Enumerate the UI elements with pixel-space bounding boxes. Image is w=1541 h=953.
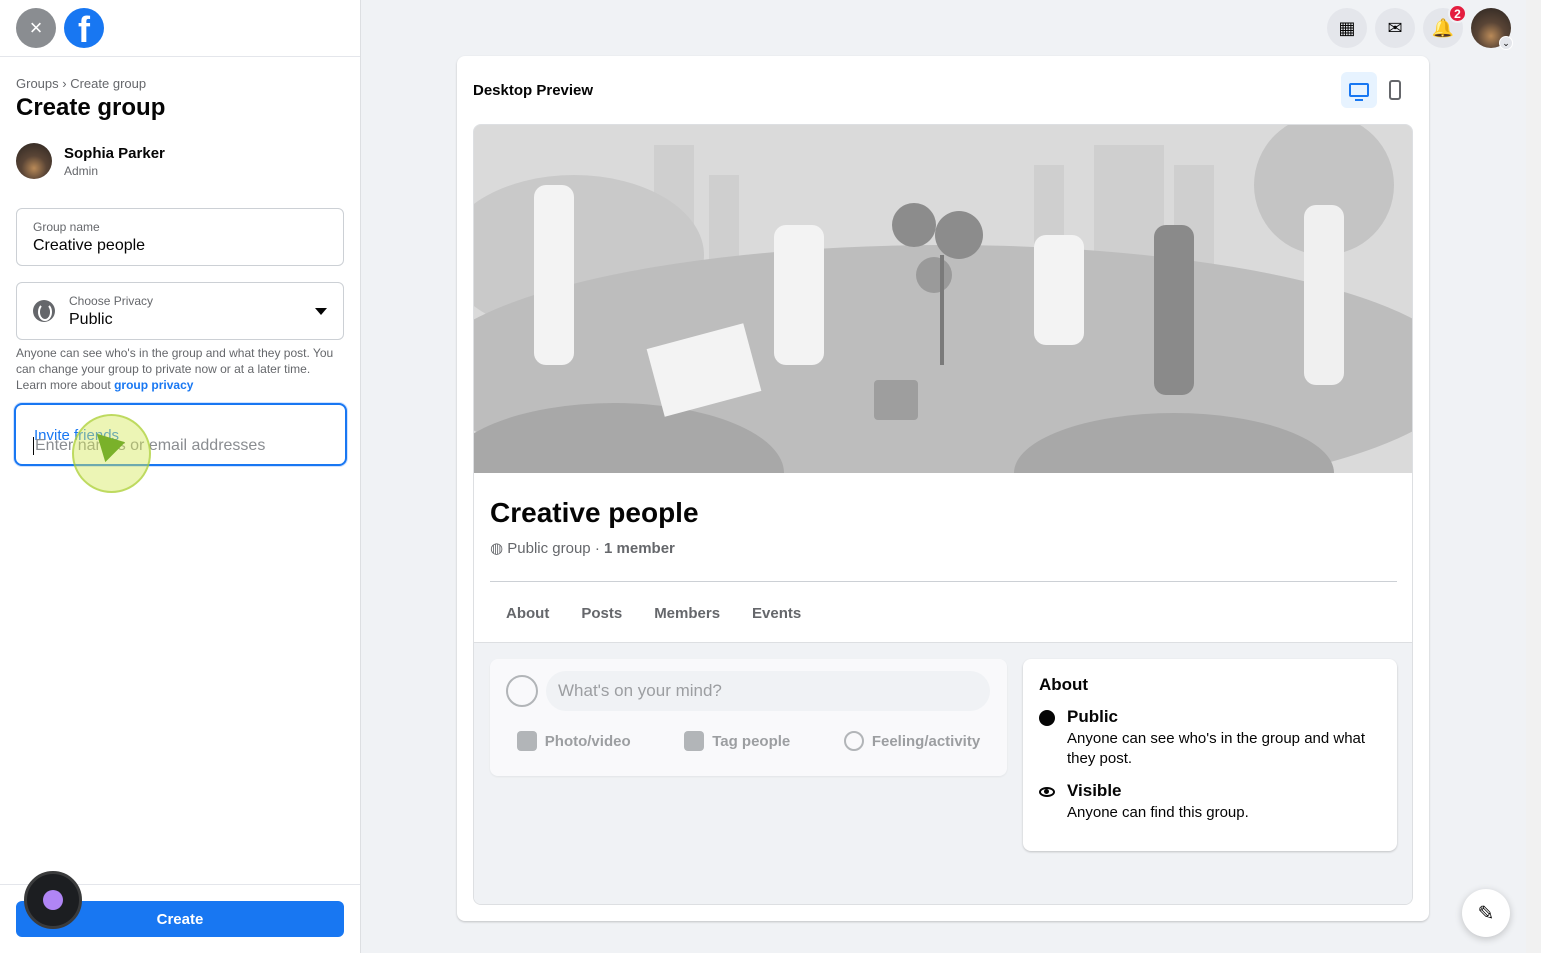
- group-preview: Creative people ◍ Public group · 1 membe…: [473, 124, 1413, 905]
- recorder-button[interactable]: [24, 871, 82, 929]
- privacy-label: Choose Privacy: [69, 293, 154, 308]
- feeling-activity-label: Feeling/activity: [871, 732, 981, 750]
- create-group-panel: × f Groups › Create group Create group S…: [0, 0, 361, 953]
- group-name-label: Group name: [33, 220, 100, 234]
- breadcrumb: Groups › Create group: [16, 76, 146, 91]
- member-count: 1 member: [604, 540, 675, 557]
- admin-info: Sophia Parker Admin: [16, 143, 165, 179]
- cover-illustration: [474, 125, 1412, 473]
- tab-posts[interactable]: Posts: [565, 595, 638, 632]
- menu-button[interactable]: ▦: [1327, 8, 1367, 48]
- photo-video-label: Photo/video: [544, 732, 631, 750]
- messenger-icon: ✉: [1387, 17, 1403, 38]
- about-public-head: Public: [1067, 707, 1119, 726]
- divider: [490, 581, 1397, 582]
- admin-name[interactable]: Sophia Parker: [64, 145, 165, 162]
- grid-menu-icon: ▦: [1338, 17, 1356, 38]
- desktop-preview-button[interactable]: [1341, 72, 1377, 108]
- globe-icon: [1039, 710, 1055, 726]
- tag-people-label: Tag people: [712, 732, 791, 750]
- mobile-preview-button[interactable]: [1377, 72, 1413, 108]
- record-dot-icon: [43, 890, 63, 910]
- tab-members[interactable]: Members: [638, 595, 736, 632]
- group-meta: ◍ Public group · 1 member: [490, 539, 675, 557]
- tab-about[interactable]: About: [490, 595, 565, 632]
- privacy-select[interactable]: Choose Privacy Public: [16, 282, 344, 340]
- account-avatar[interactable]: ⌄: [1471, 8, 1513, 50]
- post-composer: What's on your mind? Photo/video Tag peo…: [490, 659, 1007, 776]
- photo-video-action: Photo/video: [516, 731, 631, 751]
- privacy-value: Public: [69, 310, 113, 328]
- composer-actions: Photo/video Tag people Feeling/activity: [490, 731, 1007, 751]
- new-message-button[interactable]: ✎: [1462, 889, 1510, 937]
- tag-people-action: Tag people: [684, 731, 790, 751]
- avatar[interactable]: [16, 143, 52, 179]
- close-icon: ×: [29, 15, 43, 40]
- about-card: About Public Anyone can see who's in the…: [1023, 659, 1397, 851]
- group-tabs: About Posts Members Events: [490, 595, 817, 632]
- invite-friends-field[interactable]: Invite friends: [14, 403, 347, 466]
- caret-down-icon[interactable]: [315, 307, 327, 315]
- about-title: About: [1039, 675, 1089, 694]
- preview-title: Desktop Preview: [473, 82, 594, 99]
- about-public-desc: Anyone can see who's in the group and wh…: [1067, 730, 1366, 767]
- desktop-preview-card: Desktop Preview Creative people ◍ Public…: [457, 56, 1429, 921]
- monitor-icon: [1349, 83, 1369, 101]
- tag-people-icon: [684, 731, 705, 751]
- smiley-icon: [843, 731, 864, 751]
- group-name-field[interactable]: Group name Creative people: [16, 208, 344, 266]
- edit-icon: ✎: [1477, 902, 1495, 925]
- about-visible-row: Visible Anyone can find this group.: [1039, 781, 1381, 823]
- panel-header: × f: [0, 0, 360, 57]
- group-name-value[interactable]: Creative people: [33, 237, 327, 255]
- group-privacy-link[interactable]: group privacy: [114, 378, 193, 392]
- user-placeholder-icon: [506, 675, 538, 707]
- tab-events[interactable]: Events: [736, 595, 817, 632]
- notifications-badge: 2: [1448, 4, 1467, 23]
- breadcrumb-separator: ›: [58, 76, 71, 91]
- photo-icon: [516, 731, 537, 751]
- privacy-help-text: Anyone can see who's in the group and wh…: [16, 345, 344, 393]
- page-title: Create group: [16, 94, 166, 121]
- messenger-button[interactable]: ✉: [1375, 8, 1415, 48]
- small-globe-icon: ◍: [490, 540, 508, 557]
- feeling-activity-action: Feeling/activity: [843, 731, 981, 751]
- group-name-heading: Creative people: [490, 497, 699, 528]
- chevron-down-icon: ⌄: [1499, 36, 1513, 50]
- close-button[interactable]: ×: [16, 8, 56, 48]
- top-nav: ▦ ✉ 🔔 2 ⌄: [1327, 4, 1513, 50]
- about-visible-desc: Anyone can find this group.: [1067, 804, 1249, 821]
- phone-icon: [1389, 80, 1401, 100]
- breadcrumb-groups-link[interactable]: Groups: [16, 76, 59, 91]
- facebook-f-icon: f: [78, 9, 90, 48]
- globe-icon: [33, 300, 55, 322]
- about-public-row: Public Anyone can see who's in the group…: [1039, 707, 1381, 769]
- breadcrumb-current: Create group: [70, 76, 147, 91]
- composer-input: What's on your mind?: [546, 671, 990, 711]
- facebook-logo[interactable]: f: [64, 8, 104, 48]
- group-type: Public group: [507, 540, 591, 557]
- admin-role: Admin: [64, 163, 99, 178]
- eye-icon: [1039, 787, 1055, 797]
- scrollbar[interactable]: [1526, 0, 1541, 953]
- notifications-button[interactable]: 🔔 2: [1423, 4, 1467, 48]
- meta-separator: ·: [590, 540, 604, 557]
- about-visible-head: Visible: [1067, 781, 1122, 800]
